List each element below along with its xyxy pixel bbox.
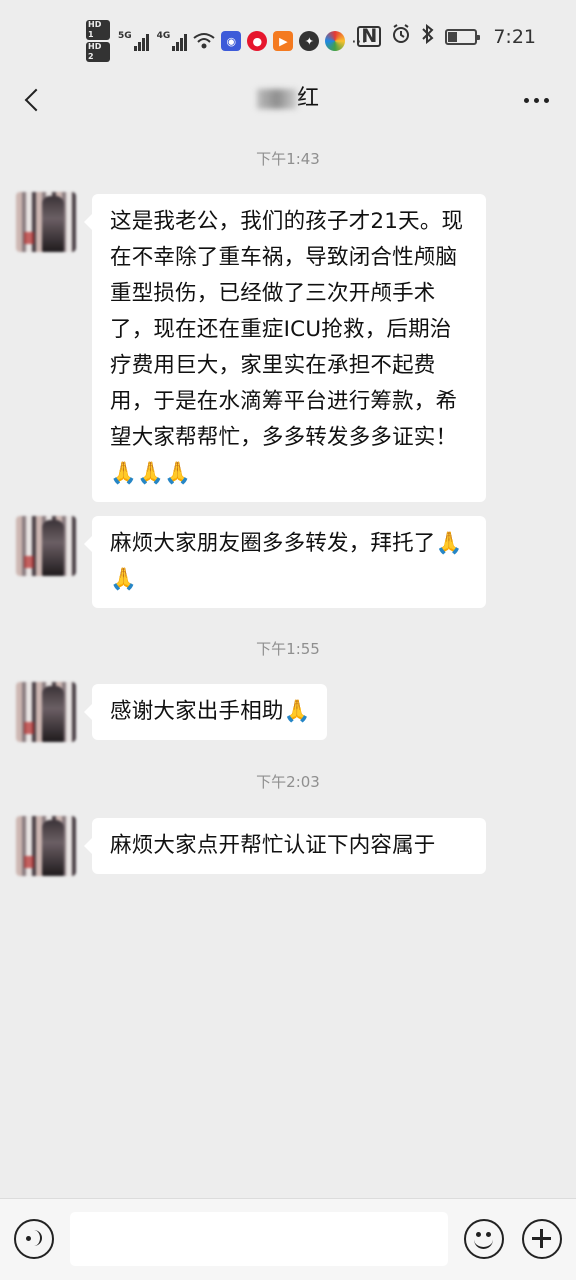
aperture-icon: ✦ <box>299 31 320 51</box>
video-app-icon: ▶ <box>273 31 294 51</box>
dot-icon <box>543 97 549 103</box>
bluetooth-icon <box>421 23 435 49</box>
signal-4g-icon: 4G <box>157 31 188 51</box>
voice-input-button[interactable] <box>14 1219 54 1259</box>
hd-indicator: HD 1 HD 2 <box>86 20 110 62</box>
hd2-badge: HD 2 <box>86 42 110 62</box>
dot-icon <box>533 97 539 103</box>
chat-area[interactable]: 下午1:43 这是我老公，我们的孩子才21天。现在不幸除了重车祸，导致闭合性颅脑… <box>0 130 576 1198</box>
timestamp: 下午1:43 <box>256 150 320 168</box>
emoji-button[interactable] <box>464 1219 504 1259</box>
message-input[interactable] <box>70 1212 448 1266</box>
chat-title: 红 <box>0 80 576 112</box>
hd1-badge: HD 1 <box>86 20 110 40</box>
redacted-name <box>256 89 297 109</box>
status-left: HD 1 HD 2 5G 4G ◉ ● ▶ ✦ ··· <box>86 20 367 62</box>
blue-app-icon: ◉ <box>221 31 242 51</box>
net2-label: 4G <box>156 31 171 41</box>
message-bubble[interactable]: 麻烦大家朋友圈多多转发，拜托了🙏🙏 <box>84 516 486 608</box>
status-right: N 7:21 <box>357 23 536 49</box>
avatar[interactable] <box>16 192 76 252</box>
message-bubble[interactable]: 麻烦大家点开帮忙认证下内容属于 <box>84 818 486 874</box>
chat-header: 红 <box>0 74 576 130</box>
nfc-icon: N <box>357 26 382 47</box>
chat-title-text: 红 <box>296 86 319 111</box>
message-bubble[interactable]: 这是我老公，我们的孩子才21天。现在不幸除了重车祸，导致闭合性颅脑重型损伤，已经… <box>84 194 486 502</box>
dot-icon <box>523 97 529 103</box>
colorful-app-icon <box>325 31 346 51</box>
timestamp: 下午1:55 <box>256 640 320 658</box>
wifi-icon <box>193 32 215 50</box>
smiley-icon-eye <box>486 1232 491 1237</box>
more-functions-button[interactable] <box>522 1219 562 1259</box>
smiley-icon-mouth <box>474 1239 493 1249</box>
status-time: 7:21 <box>493 25 536 48</box>
weibo-icon: ● <box>247 31 268 51</box>
avatar[interactable] <box>16 516 76 576</box>
signal-5g-icon: 5G <box>118 31 149 51</box>
avatar[interactable] <box>16 682 76 742</box>
status-bar: HD 1 HD 2 5G 4G ◉ ● ▶ ✦ ··· N 7:21 <box>0 0 576 74</box>
alarm-icon <box>391 24 411 49</box>
net1-label: 5G <box>118 31 132 41</box>
timestamp: 下午2:03 <box>256 773 320 791</box>
avatar[interactable] <box>16 816 76 876</box>
battery-icon <box>445 28 481 45</box>
more-options-button[interactable] <box>518 80 554 120</box>
input-bar <box>0 1198 576 1280</box>
message-bubble[interactable]: 感谢大家出手相助🙏 <box>84 684 327 740</box>
smiley-icon <box>476 1232 481 1237</box>
